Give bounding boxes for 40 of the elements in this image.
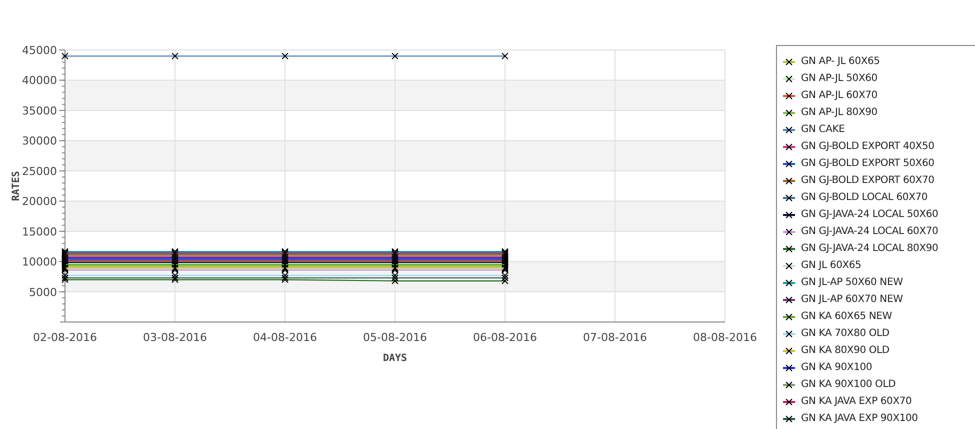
legend-label: GN AP- JL 60X65 xyxy=(801,56,880,67)
legend-label: GN JL-AP 50X60 NEW xyxy=(801,277,903,288)
y-tick-label: 35000 xyxy=(22,104,57,118)
y-tick-label: 15000 xyxy=(22,225,57,238)
legend-label: GN JL-AP 60X70 NEW xyxy=(801,294,903,305)
legend-label: GN KA 90X100 OLD xyxy=(801,379,896,390)
y-tick-label: 10000 xyxy=(22,256,57,269)
y-axis-title: RATES xyxy=(11,170,22,202)
y-tick-label: 45000 xyxy=(22,44,57,57)
legend-label: GN KA 80X90 OLD xyxy=(801,345,890,356)
y-tick-label: 25000 xyxy=(22,164,57,178)
y-tick-label: 20000 xyxy=(22,195,57,208)
legend-label: GN KA JAVA EXP 60X70 xyxy=(801,396,912,407)
y-tick-label: 30000 xyxy=(22,134,57,148)
y-tick-label: 40000 xyxy=(22,74,57,88)
x-tick-label: 04-08-2016 xyxy=(253,331,317,344)
legend-label: GN GJ-JAVA-24 LOCAL 50X60 xyxy=(801,209,938,220)
legend-label: GN KA 90X100 xyxy=(801,362,872,373)
x-tick-label: 08-08-2016 xyxy=(693,331,757,344)
x-tick-label: 02-08-2016 xyxy=(33,331,97,344)
legend-label: GN KA 60X65 NEW xyxy=(801,311,892,322)
legend-label: GN JL 60X65 xyxy=(801,260,862,271)
x-tick-label: 06-08-2016 xyxy=(473,331,537,344)
legend-label: GN AP-JL 60X70 xyxy=(801,90,878,101)
legend-label: GN GJ-BOLD LOCAL 60X70 xyxy=(801,192,928,203)
legend-label: GN GJ-BOLD EXPORT 60X70 xyxy=(801,175,934,186)
x-tick-label: 05-08-2016 xyxy=(363,331,427,344)
legend-label: GN AP-JL 80X90 xyxy=(801,107,878,118)
legend-label: GN GJ-BOLD EXPORT 50X60 xyxy=(801,158,934,169)
x-axis-title: DAYS xyxy=(382,353,408,364)
legend-label: GN GJ-JAVA-24 LOCAL 60X70 xyxy=(801,226,938,237)
legend-label: GN GJ-BOLD EXPORT 40X50 xyxy=(801,141,934,152)
x-tick-label: 07-08-2016 xyxy=(583,331,647,344)
legend-label: GN AP-JL 50X60 xyxy=(801,73,878,84)
x-tick-label: 03-08-2016 xyxy=(143,331,207,344)
y-tick-label: 5000 xyxy=(29,286,57,299)
legend-label: GN KA 70X80 OLD xyxy=(801,328,890,339)
legend-label: GN GJ-JAVA-24 LOCAL 80X90 xyxy=(801,243,938,254)
legend-label: GN CAKE xyxy=(801,124,845,135)
legend-label: GN KA JAVA EXP 90X100 xyxy=(801,413,918,424)
